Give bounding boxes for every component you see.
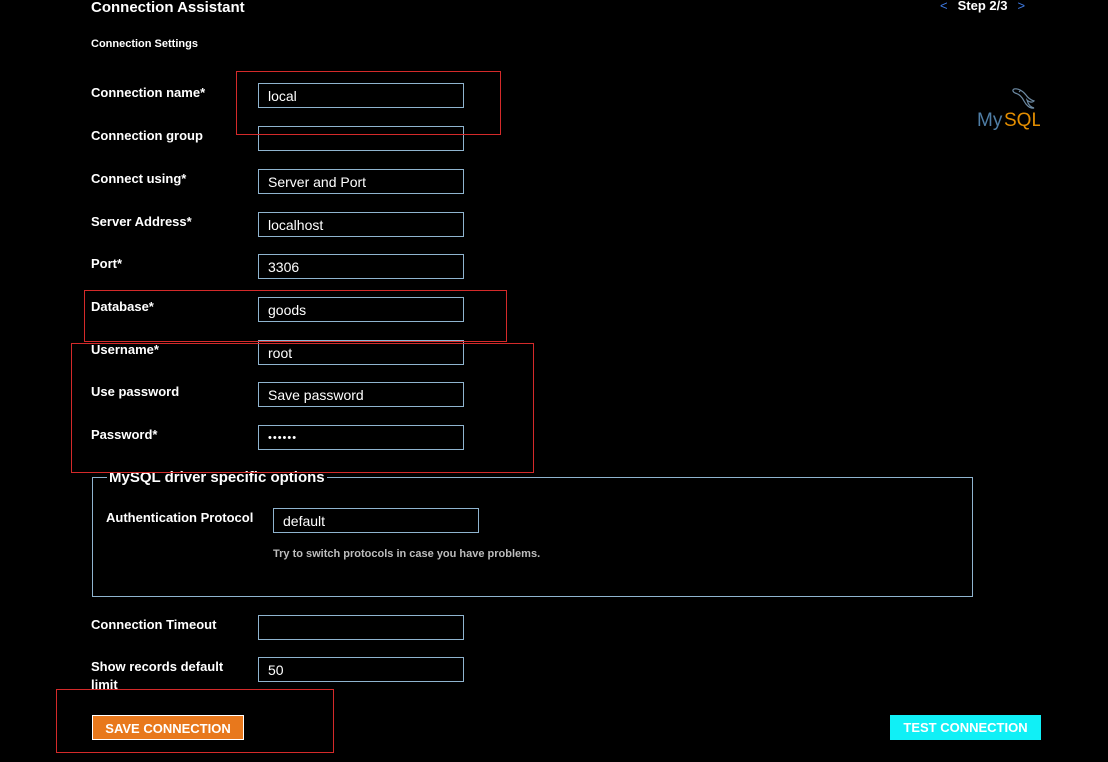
driver-options-legend: MySQL driver specific options — [107, 469, 327, 486]
password-input[interactable]: •••••• — [258, 425, 464, 450]
section-heading: Connection Settings — [91, 38, 198, 50]
step-navigator: < Step 2/3 > — [940, 0, 1025, 13]
use-password-label: Use password — [91, 384, 180, 399]
password-label: Password* — [91, 427, 158, 442]
database-input[interactable]: goods — [258, 297, 464, 322]
connection-group-label: Connection group — [91, 128, 203, 143]
auth-protocol-hint: Try to switch protocols in case you have… — [273, 548, 541, 560]
connect-using-select[interactable]: Server and Port — [258, 169, 464, 194]
database-label: Database* — [91, 299, 154, 314]
connection-name-label: Connection name* — [91, 85, 206, 100]
connection-timeout-input[interactable] — [258, 615, 464, 640]
connection-group-input[interactable] — [258, 126, 464, 151]
test-connection-button[interactable]: TEST CONNECTION — [890, 715, 1041, 740]
port-input[interactable]: 3306 — [258, 254, 464, 279]
next-step-icon[interactable]: > — [1017, 0, 1025, 13]
mysql-dolphin-icon: My SQL — [977, 88, 1042, 131]
use-password-select[interactable]: Save password — [258, 382, 464, 407]
page-title: Connection Assistant — [91, 0, 245, 16]
connection-name-input[interactable]: local — [258, 83, 464, 108]
driver-options-group — [92, 477, 973, 597]
server-address-label: Server Address* — [91, 214, 192, 229]
prev-step-icon[interactable]: < — [940, 0, 948, 13]
records-limit-input[interactable]: 50 — [258, 657, 464, 682]
logo-text-sql: SQL — [1004, 110, 1040, 130]
logo-text-my: My — [977, 110, 1003, 130]
username-label: Username* — [91, 342, 159, 357]
server-address-input[interactable]: localhost — [258, 212, 464, 237]
mysql-logo: My SQL — [976, 86, 1042, 131]
step-indicator: Step 2/3 — [957, 0, 1008, 13]
auth-protocol-select[interactable]: default — [273, 508, 479, 533]
connection-timeout-label: Connection Timeout — [91, 617, 217, 632]
auth-protocol-label: Authentication Protocol — [106, 510, 254, 525]
records-limit-label: Show records default limit — [91, 659, 224, 692]
connect-using-label: Connect using* — [91, 171, 187, 186]
username-input[interactable]: root — [258, 340, 464, 365]
port-label: Port* — [91, 256, 123, 271]
save-connection-button[interactable]: SAVE CONNECTION — [92, 715, 244, 740]
